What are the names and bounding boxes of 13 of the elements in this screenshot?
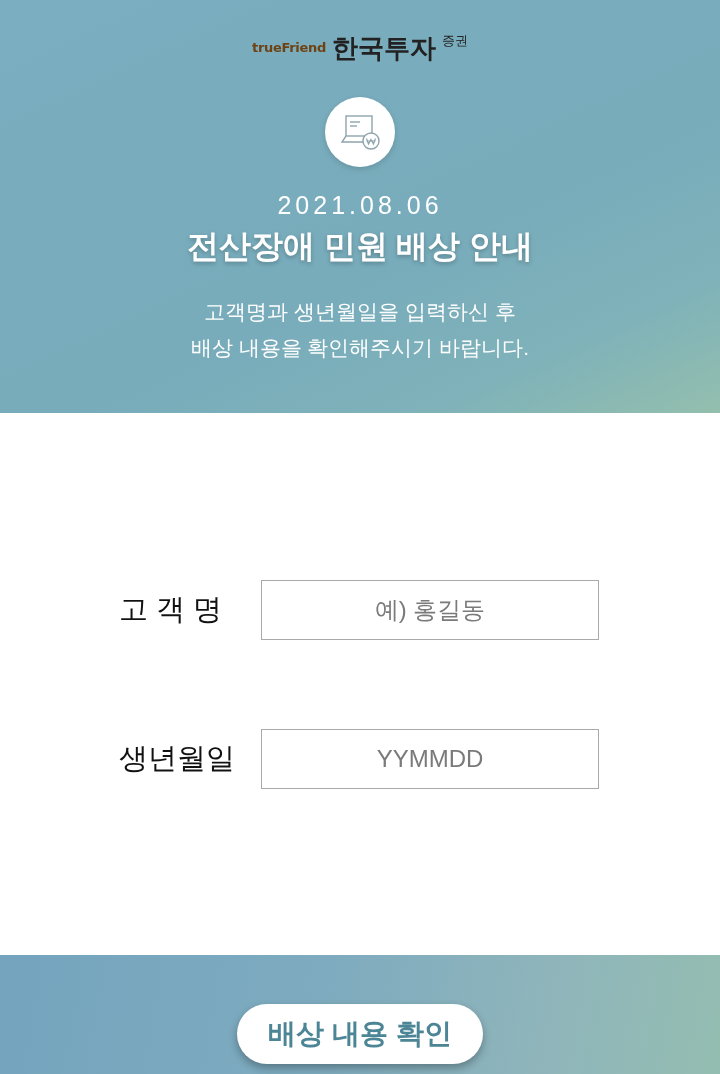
brand-name: 한국투자: [332, 32, 436, 65]
input-field[interactable]: 예) 홍길동: [261, 579, 599, 640]
confirm-button[interactable]: 배상 내용 확인: [237, 1004, 483, 1064]
description-line: 배상 내용을 확인해주시기 바랍니다.: [190, 335, 530, 361]
page-title: 전산장애 민원 배상 안내: [186, 227, 534, 266]
notice-date: 2021.08.06: [277, 190, 443, 221]
brand-logo-text: trueFriend: [252, 40, 326, 55]
laptop-coin-icon: [325, 97, 395, 167]
input-field[interactable]: YYMMDD: [261, 728, 599, 789]
field-label: 생년월일: [119, 740, 236, 776]
field-label: 고 객 명: [119, 591, 224, 627]
description-line: 고객명과 생년월일을 입력하신 후: [204, 299, 516, 325]
brand-suffix: 증권: [442, 33, 468, 49]
